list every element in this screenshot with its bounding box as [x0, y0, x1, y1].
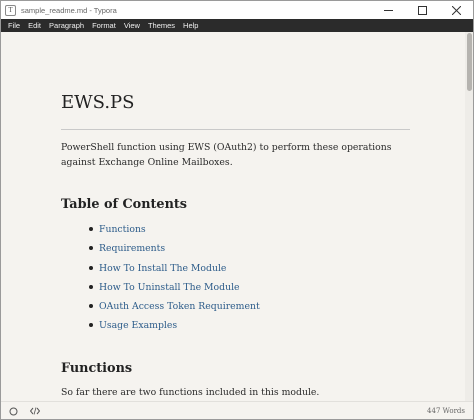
toc-link-requirements[interactable]: Requirements [89, 241, 260, 260]
menu-help[interactable]: Help [179, 19, 202, 32]
toc-link-usage[interactable]: Usage Examples [89, 318, 260, 337]
intro-paragraph: PowerShell function using EWS (OAuth2) t… [61, 142, 392, 168]
menu-edit[interactable]: Edit [24, 19, 45, 32]
maximize-icon [417, 5, 427, 15]
minimize-icon [383, 9, 393, 11]
bullet-icon [89, 265, 93, 270]
bullet-icon [89, 323, 93, 328]
vertical-scrollbar[interactable] [465, 32, 473, 401]
word-count[interactable]: 447 Words [427, 407, 465, 415]
bullet-icon [89, 227, 93, 231]
toc-link-label: How To Uninstall The Module [99, 281, 240, 293]
toc-link-label: OAuth Access Token Requirement [99, 301, 260, 313]
editor-area[interactable]: EWS.PS PowerShell function using EWS (OA… [1, 32, 465, 401]
toc-link-oauth[interactable]: OAuth Access Token Requirement [89, 299, 260, 318]
toc-link-functions[interactable]: Functions [89, 222, 260, 241]
maximize-button[interactable] [405, 1, 439, 19]
toc-link-label: Usage Examples [99, 320, 178, 332]
bullet-icon [89, 246, 93, 251]
toc-link-install[interactable]: How To Install The Module [89, 261, 260, 280]
document-title: EWS.PS [61, 92, 135, 113]
window-title: sample_readme.md - Typora [21, 5, 117, 15]
source-code-icon [30, 407, 40, 415]
close-button[interactable] [439, 1, 473, 19]
menu-format[interactable]: Format [88, 19, 120, 32]
bullet-icon [89, 284, 93, 289]
toc-heading: Table of Contents [61, 197, 187, 212]
toc-link-uninstall[interactable]: How To Uninstall The Module [89, 280, 260, 299]
functions-heading: Functions [61, 361, 133, 376]
menu-bar: File Edit Paragraph Format View Themes H… [1, 19, 473, 32]
close-icon [451, 5, 461, 15]
outline-toggle-button[interactable] [3, 402, 23, 420]
circle-outline-icon [9, 407, 17, 415]
functions-paragraph: So far there are two functions included … [61, 387, 320, 398]
toc-list: Functions Requirements How To Install Th… [89, 222, 260, 338]
menu-file[interactable]: File [4, 19, 24, 32]
toc-link-label: Requirements [99, 243, 166, 255]
status-bar: 447 Words [1, 401, 473, 420]
menu-themes[interactable]: Themes [144, 19, 179, 32]
typora-window: T sample_readme.md - Typora File Edit Pa… [0, 0, 474, 420]
minimize-button[interactable] [371, 1, 405, 19]
menu-paragraph[interactable]: Paragraph [45, 19, 88, 32]
scrollbar-thumb[interactable] [467, 33, 472, 91]
horizontal-rule [61, 129, 410, 130]
source-mode-button[interactable] [25, 402, 45, 420]
toc-link-label: How To Install The Module [99, 262, 227, 274]
window-controls [371, 1, 473, 19]
toc-link-label: Functions [99, 224, 146, 235]
title-bar[interactable]: T sample_readme.md - Typora [1, 1, 473, 19]
typora-app-icon: T [5, 4, 16, 16]
bullet-icon [89, 304, 93, 309]
menu-view[interactable]: View [120, 19, 144, 32]
